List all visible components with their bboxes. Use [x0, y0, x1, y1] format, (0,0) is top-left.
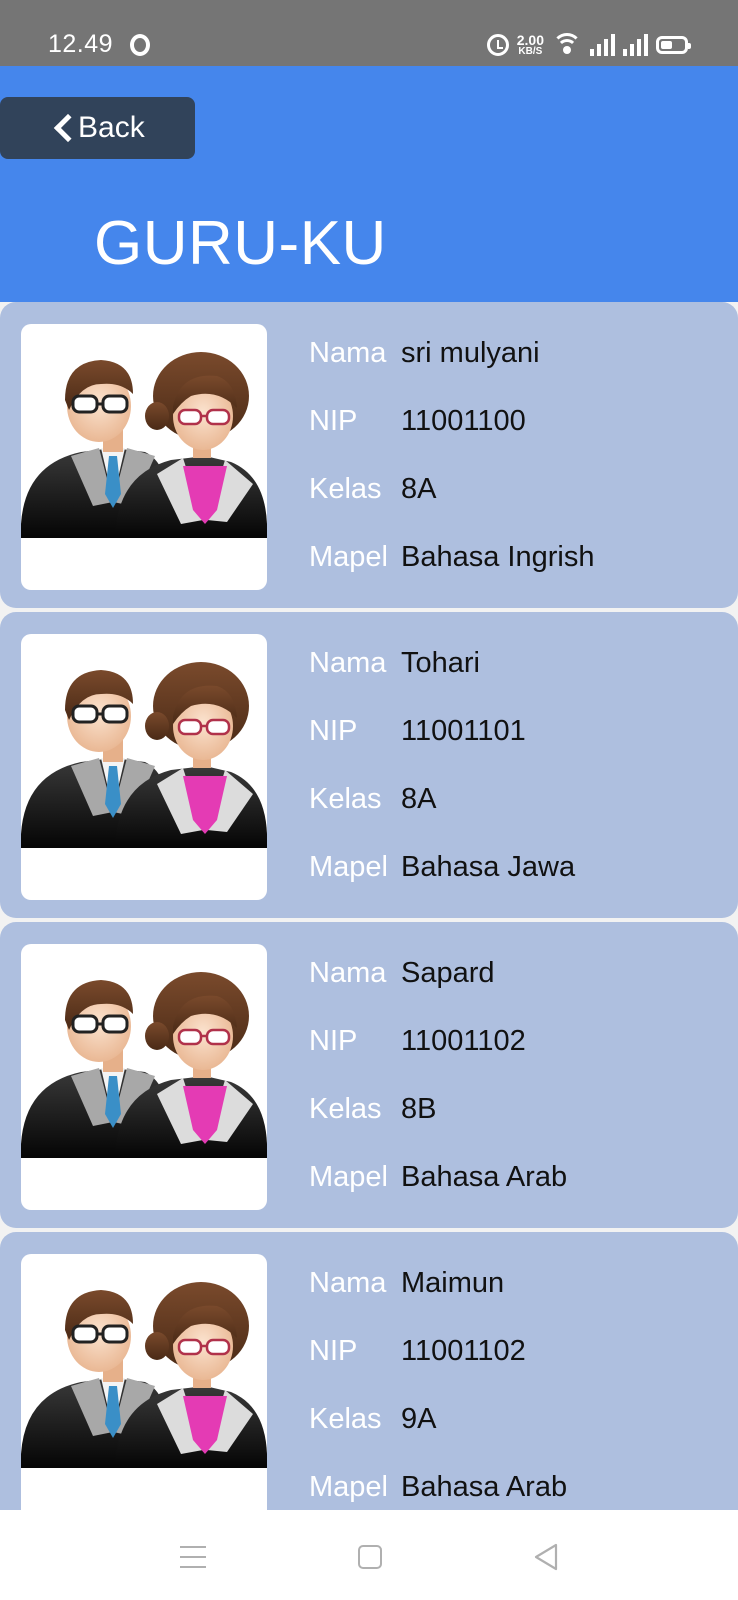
field-value-mapel: Bahasa Arab — [401, 1471, 568, 1503]
teachers-avatar-icon — [21, 352, 267, 538]
field-kelas: Kelas 8A — [309, 783, 436, 816]
field-mapel: Mapel Bahasa Ingrish — [309, 541, 594, 574]
teacher-photo — [21, 1254, 267, 1510]
teacher-card[interactable]: Nama Maimun NIP 11001102 Kelas 9A Mapel Bahasa … — [0, 1232, 738, 1510]
field-label-mapel: Mapel — [309, 1161, 388, 1193]
alarm-icon — [486, 34, 509, 56]
field-nama: Nama Maimun — [309, 1267, 504, 1300]
teacher-card[interactable]: Nama Sapard NIP 11001102 Kelas 8B Mapel Bahasa … — [0, 922, 738, 1228]
field-kelas: Kelas 8B — [309, 1093, 436, 1126]
field-label-mapel: Mapel — [309, 1471, 388, 1503]
back-button-label: Back — [78, 111, 145, 144]
teachers-avatar-icon — [21, 1282, 267, 1468]
field-value-nama: sri mulyani — [401, 337, 540, 369]
teachers-avatar-icon — [21, 662, 267, 848]
home-icon[interactable] — [358, 1545, 382, 1569]
field-nip: NIP 11001101 — [309, 715, 526, 748]
field-label-nama: Nama — [309, 337, 387, 369]
field-value-mapel: Bahasa Ingrish — [401, 541, 595, 573]
field-label-nip: NIP — [309, 1025, 358, 1057]
field-label-kelas: Kelas — [309, 783, 382, 815]
field-kelas: Kelas 9A — [309, 1403, 436, 1436]
field-value-nip: 11001102 — [401, 1335, 526, 1367]
field-label-nip: NIP — [309, 405, 358, 437]
field-label-mapel: Mapel — [309, 851, 388, 883]
app-header: Back GURU-KU — [0, 66, 738, 302]
field-mapel: Mapel Bahasa Arab — [309, 1161, 567, 1194]
field-label-nama: Nama — [309, 957, 387, 989]
field-label-nip: NIP — [309, 1335, 358, 1367]
field-nip: NIP 11001100 — [309, 405, 526, 438]
field-nip: NIP 11001102 — [309, 1025, 526, 1058]
signal-icon-2 — [623, 34, 648, 56]
menu-icon[interactable] — [180, 1546, 206, 1568]
field-value-nip: 11001101 — [401, 715, 526, 747]
wifi-icon — [552, 33, 582, 57]
field-value-kelas: 8A — [401, 473, 437, 505]
opera-notification-icon — [130, 34, 150, 56]
back-triangle-icon[interactable] — [532, 1542, 560, 1572]
page-title: GURU-KU — [94, 209, 387, 278]
field-label-kelas: Kelas — [309, 1093, 382, 1125]
network-speed: 2.00 KB/S — [517, 33, 544, 57]
field-value-nama: Tohari — [401, 647, 480, 679]
field-label-mapel: Mapel — [309, 541, 388, 573]
signal-icon — [590, 34, 615, 56]
teacher-photo — [21, 634, 267, 900]
field-nama: Nama Sapard — [309, 957, 495, 990]
field-mapel: Mapel Bahasa Jawa — [309, 851, 575, 884]
field-value-nama: Maimun — [401, 1267, 505, 1299]
field-label-nama: Nama — [309, 1267, 387, 1299]
field-label-nip: NIP — [309, 715, 358, 747]
teacher-card[interactable]: Nama sri mulyani NIP 11001100 Kelas 8A Mapel Ba… — [0, 302, 738, 608]
field-value-nip: 11001102 — [401, 1025, 526, 1057]
teacher-photo — [21, 944, 267, 1210]
field-label-nama: Nama — [309, 647, 387, 679]
field-nama: Nama Tohari — [309, 647, 480, 680]
network-speed-value: 2.00 — [516, 32, 544, 48]
status-icons: 2.00 KB/S — [486, 30, 691, 60]
battery-icon — [656, 36, 691, 54]
field-value-kelas: 8A — [401, 783, 437, 815]
field-value-mapel: Bahasa Arab — [401, 1161, 568, 1193]
field-nama: Nama sri mulyani — [309, 337, 540, 370]
field-value-kelas: 8B — [401, 1093, 437, 1125]
teacher-list[interactable]: Nama sri mulyani NIP 11001100 Kelas 8A Mapel Ba… — [0, 302, 738, 1510]
field-value-kelas: 9A — [401, 1403, 437, 1435]
field-kelas: Kelas 8A — [309, 473, 436, 506]
field-value-nip: 11001100 — [401, 405, 526, 437]
status-time: 12.49 — [48, 30, 114, 58]
system-nav-bar — [0, 1510, 738, 1600]
teachers-avatar-icon — [21, 972, 267, 1158]
teacher-photo — [21, 324, 267, 590]
status-bar: 12.49 2.00 KB/S — [0, 0, 738, 66]
field-value-nama: Sapard — [401, 957, 495, 989]
field-label-kelas: Kelas — [309, 473, 382, 505]
field-value-mapel: Bahasa Jawa — [401, 851, 576, 883]
back-button[interactable]: Back — [0, 97, 195, 159]
teacher-card[interactable]: Nama Tohari NIP 11001101 Kelas 8A Mapel Bahasa … — [0, 612, 738, 918]
field-label-kelas: Kelas — [309, 1403, 382, 1435]
field-mapel: Mapel Bahasa Arab — [309, 1471, 567, 1504]
network-speed-unit: KB/S — [518, 46, 543, 57]
field-nip: NIP 11001102 — [309, 1335, 526, 1368]
